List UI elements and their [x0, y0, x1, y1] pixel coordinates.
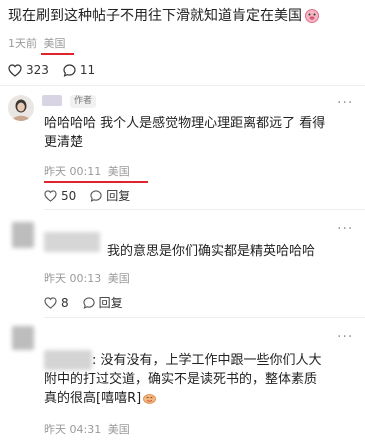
username-redacted: [42, 95, 62, 106]
post-comment-button[interactable]: 11: [63, 63, 95, 77]
post-location: 美国: [43, 37, 66, 50]
comment-reply-button[interactable]: 回复: [90, 189, 130, 203]
location-underline: [44, 181, 148, 183]
post-like-count: 323: [26, 63, 49, 77]
avatar[interactable]: [8, 95, 34, 121]
comment-actions: 8 回复: [44, 296, 137, 310]
comment-bubble-icon: [90, 190, 102, 202]
post-time: 1天前: [8, 37, 37, 50]
heart-outline-icon: [44, 297, 57, 309]
post-comment-count: 11: [79, 63, 96, 77]
comment-bubble-icon: [83, 297, 95, 309]
more-dots-icon[interactable]: ···: [337, 222, 353, 236]
divider: [44, 209, 365, 210]
comment-actions: 50 回复: [44, 189, 144, 203]
location-underline: [41, 53, 74, 55]
more-dots-icon[interactable]: ···: [337, 330, 353, 344]
avatar[interactable]: [12, 326, 34, 350]
more-dots-icon[interactable]: ···: [337, 96, 353, 110]
post-like-button[interactable]: 323: [8, 63, 49, 77]
emoji-face-icon: [143, 394, 157, 404]
comment-like-button[interactable]: 50: [44, 189, 76, 203]
comment-text: : 没有没有，上学工作中跟一些你们人大 附中的打过交道，确实不是读死书的，整体素…: [44, 353, 322, 406]
heart-outline-icon: [8, 63, 22, 77]
comment-meta: 昨天 00:11 美国: [44, 165, 130, 178]
comment-meta: 昨天 04:31 美国: [44, 423, 130, 436]
comment-reply-button[interactable]: 回复: [83, 296, 123, 310]
post-actions: 323 11: [8, 63, 109, 77]
avatar[interactable]: [12, 222, 34, 248]
comment-like-button[interactable]: 8: [44, 296, 69, 310]
post-text: 现在刷到这种帖子不用往下滑就知道肯定在美国: [8, 6, 320, 26]
comment-bubble-icon: [63, 63, 76, 77]
comment-text: 哈哈哈哈 我个人是感觉物理心理距离都远了 看得 更清楚: [44, 116, 326, 150]
comment-text: 我的意思是你们确实都是精英哈哈哈: [107, 244, 316, 259]
author-tag: 作者: [70, 95, 97, 108]
post-meta: 1天前 美国: [8, 37, 66, 51]
divider: [0, 85, 365, 86]
username-redacted: [44, 232, 100, 252]
pig-emoji-icon: [305, 9, 319, 23]
heart-outline-icon: [44, 190, 57, 202]
divider: [44, 317, 365, 318]
comment-meta: 昨天 00:13 美国: [44, 272, 130, 285]
